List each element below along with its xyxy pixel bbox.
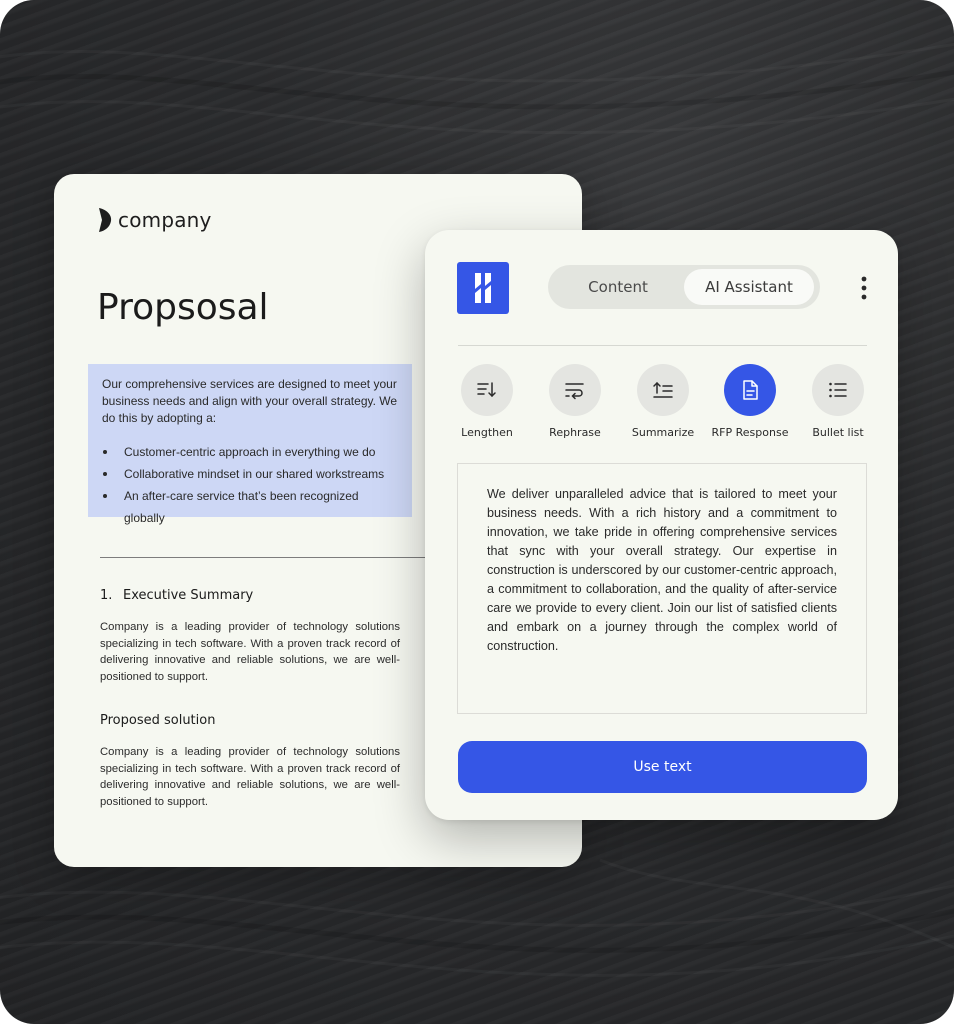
- tab-ai-assistant[interactable]: AI Assistant: [684, 269, 814, 305]
- divider: [100, 557, 426, 558]
- intro-text: Our comprehensive services are designed …: [102, 377, 398, 425]
- bullet-list: Customer-centric approach in everything …: [102, 441, 398, 529]
- generated-text-area[interactable]: We deliver unparalleled advice that is t…: [457, 463, 867, 714]
- generated-text: We deliver unparalleled advice that is t…: [487, 487, 837, 653]
- lengthen-icon: [477, 382, 496, 398]
- executive-summary-text: Company is a leading provider of technol…: [100, 621, 400, 683]
- summarize-button[interactable]: Summarize: [618, 364, 708, 439]
- logo-mark-icon: [99, 208, 112, 232]
- rephrase-label: Rephrase: [549, 426, 601, 439]
- company-logo: company: [98, 207, 212, 233]
- list-item: Collaborative mindset in our shared work…: [102, 463, 398, 485]
- divider: [458, 345, 867, 346]
- section-number: 1.: [100, 588, 113, 603]
- list-item: Customer-centric approach in everything …: [102, 441, 398, 463]
- lengthen-button[interactable]: Lengthen: [442, 364, 532, 439]
- section-heading-proposed-solution: Proposed solution: [100, 713, 215, 728]
- rfp-response-label: RFP Response: [711, 426, 789, 439]
- background: company Propsosal Our comprehensive serv…: [0, 0, 954, 1024]
- bullet-list-button-circle: [812, 364, 864, 416]
- rfp-response-button-circle: [724, 364, 776, 416]
- section-title: Executive Summary: [123, 588, 254, 603]
- section-title: Proposed solution: [100, 713, 216, 728]
- more-options-icon[interactable]: [857, 274, 871, 302]
- summarize-icon: [653, 381, 673, 398]
- rfp-response-button[interactable]: RFP Response: [705, 364, 795, 439]
- document-icon: [743, 380, 758, 400]
- use-text-button[interactable]: Use text: [458, 741, 867, 793]
- rephrase-button-circle: [549, 364, 601, 416]
- brand-logo: [457, 262, 509, 314]
- lengthen-button-circle: [461, 364, 513, 416]
- bullet-list-icon: [829, 382, 847, 398]
- summarize-button-circle: [637, 364, 689, 416]
- summarize-label: Summarize: [631, 426, 695, 439]
- ai-assistant-panel: Content AI Assistant Lengthen Rephrase S…: [425, 230, 898, 820]
- tab-switcher: Content AI Assistant: [548, 265, 820, 309]
- rephrase-icon: [565, 383, 584, 400]
- section-heading-executive-summary: 1. Executive Summary: [100, 588, 253, 603]
- logo-text: company: [118, 208, 212, 232]
- bullet-list-label: Bullet list: [812, 426, 864, 439]
- list-item: An after-care service that’s been recogn…: [102, 485, 398, 529]
- proposed-solution-text: Company is a leading provider of technol…: [100, 746, 400, 808]
- document-title: Propsosal: [97, 287, 269, 328]
- highlighted-block: Our comprehensive services are designed …: [88, 364, 412, 525]
- rephrase-button[interactable]: Rephrase: [530, 364, 620, 439]
- lengthen-label: Lengthen: [461, 426, 513, 439]
- brand-logo-icon: [475, 273, 491, 303]
- bullet-list-button[interactable]: Bullet list: [793, 364, 883, 439]
- tab-content[interactable]: Content: [552, 269, 684, 305]
